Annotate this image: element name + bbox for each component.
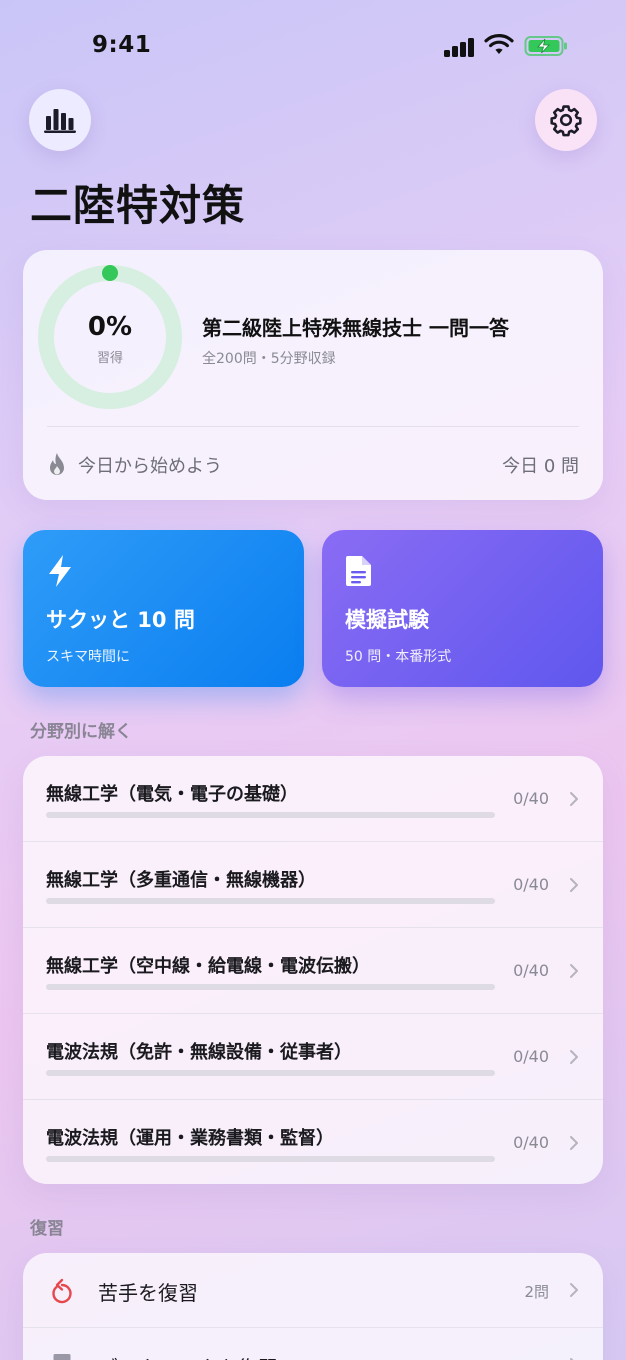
streak-message: 今日から始めよう [78,456,222,477]
review-weak-row[interactable]: 苦手を復習 2問 [23,1253,603,1327]
review-bookmark-count: 0問 [524,1356,549,1360]
quick-10-title: サクッと 10 問 [46,608,195,632]
progress-card[interactable]: 0% 習得 第二級陸上特殊無線技士 一問一答 全200問・5分野収録 今日から始… [23,250,603,500]
chevron-right-icon [570,1283,578,1297]
field-progress-bar [46,898,495,904]
field-progress-bar [46,812,495,818]
chevron-right-icon [570,1136,578,1150]
field-name: 電波法規（運用・業務書類・監督） [46,1128,334,1149]
status-bar: 9:41 [0,0,626,92]
field-progress-bar [46,1156,495,1162]
field-name: 無線工学（多重通信・無線機器） [46,870,316,891]
mock-exam-title: 模擬試験 [345,608,429,632]
today-count: 今日 0 問 [502,456,579,477]
document-icon [346,556,371,586]
cellular-signal-icon [444,37,476,57]
review-list: 苦手を復習 2問 ブックマークを復習 0問 [23,1253,603,1360]
bookmark-icon [53,1354,71,1360]
review-section-label: 復習 [30,1219,64,1239]
exam-subtitle: 全200問・5分野収録 [202,351,336,367]
gear-icon [550,105,582,137]
chevron-right-icon [570,1050,578,1064]
wifi-icon [484,34,514,54]
field-row[interactable]: 無線工学（空中線・給電線・電波伝搬） 0/40 [23,928,603,1014]
field-row[interactable]: 電波法規（運用・業務書類・監督） 0/40 [23,1100,603,1184]
exam-title: 第二級陸上特殊無線技士 一問一答 [202,316,509,340]
battery-charging-icon [524,36,567,56]
field-row[interactable]: 電波法規（免許・無線設備・従事者） 0/40 [23,1014,603,1100]
field-count: 0/40 [513,961,549,980]
chevron-right-icon [570,878,578,892]
status-time: 9:41 [92,32,152,58]
chevron-right-icon [570,792,578,806]
settings-button[interactable] [535,89,597,151]
mastery-caption: 習得 [96,351,123,366]
mock-exam-button[interactable]: 模擬試験 50 問・本番形式 [322,530,603,687]
field-row[interactable]: 無線工学（電気・電子の基礎） 0/40 [23,756,603,842]
bolt-icon [49,555,71,587]
mastery-percent: 0% [87,312,133,342]
quick-10-button[interactable]: サクッと 10 問 スキマ時間に [23,530,304,687]
review-weak-count: 2問 [524,1283,549,1301]
field-name: 無線工学（電気・電子の基礎） [46,784,298,805]
chevron-right-icon [570,964,578,978]
field-name: 無線工学（空中線・給電線・電波伝搬） [46,956,370,977]
fields-section-label: 分野別に解く [30,722,132,742]
field-progress-bar [46,1070,495,1076]
field-row[interactable]: 無線工学（多重通信・無線機器） 0/40 [23,842,603,928]
field-count: 0/40 [513,875,549,894]
field-name: 電波法規（免許・無線設備・従事者） [46,1042,352,1063]
review-weak-label: 苦手を復習 [98,1281,198,1305]
page-title: 二陸特対策 [30,181,246,230]
review-bookmark-row[interactable]: ブックマークを復習 0問 [23,1328,603,1360]
card-divider [47,426,579,427]
bar-chart-icon [44,109,76,133]
field-count: 0/40 [513,1047,549,1066]
field-count: 0/40 [513,789,549,808]
mock-exam-subtitle: 50 問・本番形式 [345,649,452,665]
retry-icon [52,1278,72,1304]
stats-button[interactable] [29,89,91,151]
field-count: 0/40 [513,1133,549,1152]
flame-icon [50,453,64,475]
quick-10-subtitle: スキマ時間に [46,649,130,665]
review-bookmark-label: ブックマークを復習 [98,1352,278,1360]
fields-list: 無線工学（電気・電子の基礎） 0/40 無線工学（多重通信・無線機器） 0/40… [23,756,603,1184]
field-progress-bar [46,984,495,990]
